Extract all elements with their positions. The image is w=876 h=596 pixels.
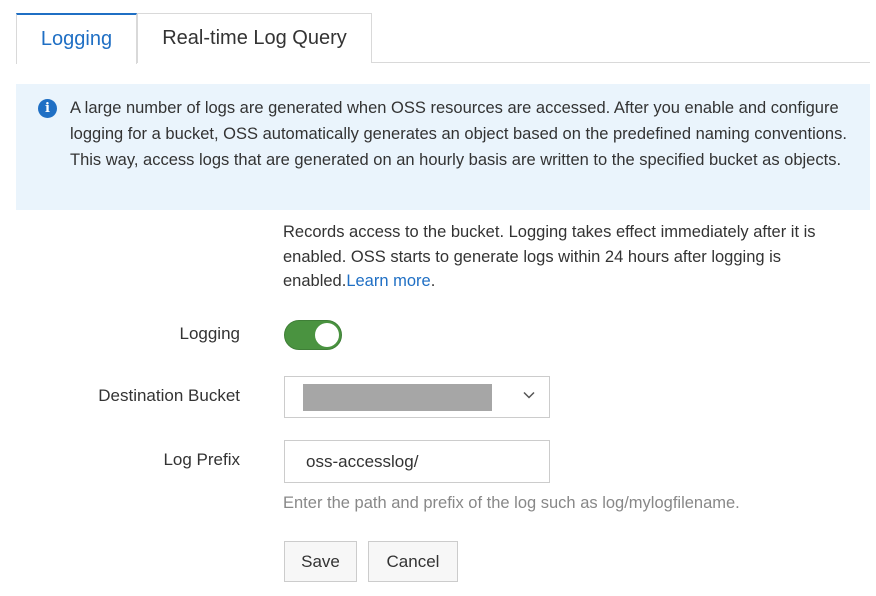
- destination-bucket-select[interactable]: [284, 376, 550, 418]
- log-prefix-label: Log Prefix: [163, 450, 240, 469]
- destination-bucket-label: Destination Bucket: [98, 386, 240, 405]
- notice-text: A large number of logs are generated whe…: [70, 99, 847, 169]
- logging-description: Records access to the bucket. Logging ta…: [283, 220, 876, 294]
- logging-label: Logging: [179, 324, 240, 343]
- log-prefix-value: oss-accesslog/: [306, 451, 419, 471]
- info-notice: i A large number of logs are generated w…: [16, 84, 870, 210]
- tab-real-time-log-query[interactable]: Real-time Log Query: [137, 13, 372, 63]
- save-button[interactable]: Save: [284, 541, 357, 582]
- redacted-bucket-value: [303, 384, 492, 411]
- info-icon: i: [38, 99, 57, 118]
- log-prefix-input[interactable]: oss-accesslog/: [284, 440, 550, 483]
- description-suffix: .: [430, 272, 436, 290]
- tab-bar: Logging Real-time Log Query: [16, 13, 870, 64]
- cancel-button[interactable]: Cancel: [368, 541, 458, 582]
- chevron-down-icon: [523, 391, 535, 399]
- learn-more-link[interactable]: Learn more: [346, 272, 430, 290]
- tab-logging[interactable]: Logging: [16, 13, 137, 64]
- logging-toggle[interactable]: [284, 320, 342, 350]
- toggle-knob: [315, 323, 339, 347]
- log-prefix-hint: Enter the path and prefix of the log suc…: [283, 494, 740, 512]
